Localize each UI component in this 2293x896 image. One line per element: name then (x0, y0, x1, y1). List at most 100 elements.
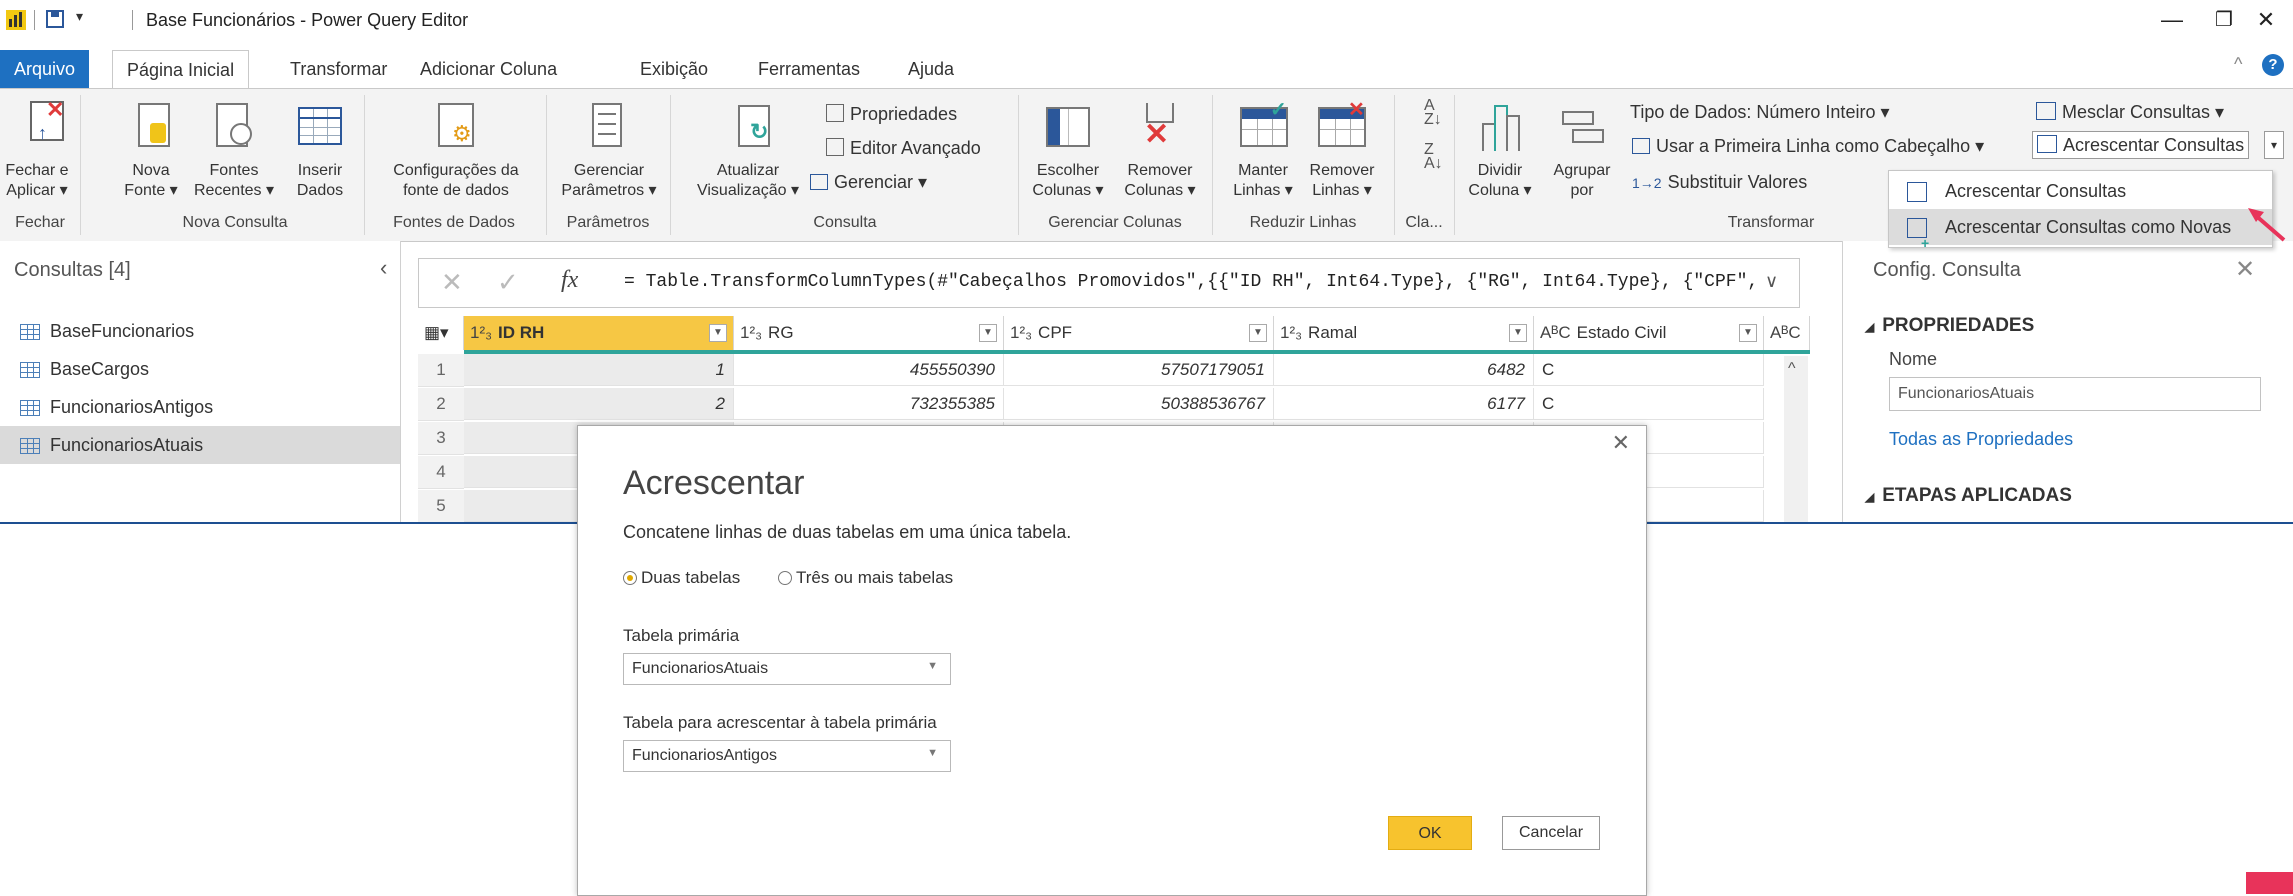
collapse-queries-icon[interactable]: ‹ (380, 255, 387, 281)
column-type-icon[interactable]: AᴮC (1770, 323, 1801, 342)
gerenciar-consulta-button[interactable]: Gerenciar ▾ (810, 169, 927, 195)
column-type-icon[interactable]: 1²₃ (1280, 323, 1302, 342)
escolher-colunas-button[interactable]: Escolher Colunas ▾ (1022, 161, 1114, 201)
fechar-aplicar-button[interactable]: Fechar e Aplicar ▾ (0, 161, 74, 201)
group-parametros: Parâmetros (566, 214, 650, 231)
scroll-up-icon[interactable]: ^ (1788, 360, 1796, 378)
column-filter-icon[interactable]: ▼ (709, 324, 727, 342)
group-gerenciar-colunas: Gerenciar Colunas (1048, 214, 1182, 231)
mesclar-consultas-button[interactable]: Mesclar Consultas ▾ (2036, 99, 2224, 125)
table-cell[interactable]: 455550390 (734, 354, 1004, 386)
column-header[interactable]: AᴮC (1764, 316, 1810, 350)
tab-ferramentas[interactable]: Ferramentas (744, 50, 874, 88)
table-cell[interactable]: 57507179051 (1004, 354, 1274, 386)
table-cell[interactable]: 2 (464, 388, 734, 420)
column-filter-icon[interactable]: ▼ (1509, 324, 1527, 342)
table-cell[interactable]: 6482 (1274, 354, 1534, 386)
quick-access-dropdown-icon[interactable]: ▾ (76, 8, 83, 25)
todas-propriedades-link[interactable]: Todas as Propriedades (1889, 429, 2073, 450)
acrescentar-dropdown-arrow[interactable]: ▾ (2264, 131, 2284, 159)
tab-adicionar-coluna[interactable]: Adicionar Coluna (406, 50, 571, 88)
close-settings-icon[interactable]: ✕ (2235, 255, 2255, 284)
ok-button[interactable]: OK (1388, 816, 1472, 850)
table-corner-icon[interactable]: ▦▾ (418, 316, 464, 350)
formula-text[interactable]: = Table.TransformColumnTypes(#"Cabeçalho… (624, 272, 1758, 292)
save-icon[interactable] (46, 10, 64, 28)
group-fechar: Fechar (15, 214, 65, 231)
primary-table-select[interactable]: FuncionariosAtuais ▼ (623, 653, 951, 685)
table-cell[interactable]: 50388536767 (1004, 388, 1274, 420)
close-button[interactable]: ✕ (2238, 4, 2293, 36)
radio-label: Três ou mais tabelas (796, 568, 954, 587)
chevron-down-icon: ▼ (927, 747, 938, 759)
column-header[interactable]: AᴮC Estado Civil ▼ (1534, 316, 1764, 350)
sort-descending-icon[interactable]: Z A↓ (1424, 142, 1443, 172)
editor-avancado-button[interactable]: Editor Avançado (826, 135, 981, 161)
tab-pagina-inicial[interactable]: Página Inicial (112, 50, 250, 89)
menu-item-acrescentar-novas[interactable]: + Acrescentar Consultas como Novas (1889, 209, 2272, 251)
tab-ajuda[interactable]: Ajuda (894, 50, 968, 88)
column-type-icon[interactable]: 1²₃ (740, 323, 762, 342)
tipo-dados-button[interactable]: Tipo de Dados: Número Inteiro ▾ (1630, 99, 1890, 125)
agrupar-por-button[interactable]: Agrupar por (1548, 161, 1616, 201)
acrescentar-consultas-button[interactable]: Acrescentar Consultas (2032, 131, 2250, 159)
nome-field[interactable]: FuncionariosAtuais (1889, 377, 2261, 411)
append-table-select[interactable]: FuncionariosAntigos ▼ (623, 740, 951, 772)
table-cell[interactable]: C (1534, 388, 1764, 420)
sort-ascending-icon[interactable]: A Z↓ (1424, 98, 1442, 128)
query-label: FuncionariosAntigos (50, 397, 214, 417)
etapas-section[interactable]: ◢ ETAPAS APLICADAS (1865, 485, 2072, 507)
column-header[interactable]: 1²₃ Ramal ▼ (1274, 316, 1534, 350)
column-filter-icon[interactable]: ▼ (1249, 324, 1267, 342)
tab-arquivo[interactable]: Arquivo (0, 50, 90, 88)
column-type-icon[interactable]: AᴮC (1540, 323, 1571, 342)
table-cell[interactable]: 732355385 (734, 388, 1004, 420)
query-item[interactable]: BaseCargos (0, 350, 400, 388)
propriedades-section[interactable]: ◢ PROPRIEDADES (1865, 315, 2034, 337)
expand-formula-icon[interactable]: ∨ (1765, 271, 1778, 292)
tab-exibicao[interactable]: Exibição (626, 50, 722, 88)
nova-fonte-button[interactable]: Nova Fonte ▾ (116, 161, 186, 201)
fontes-recentes-button[interactable]: Fontes Recentes ▾ (192, 161, 276, 201)
table-icon (20, 438, 40, 454)
query-item[interactable]: FuncionariosAntigos (0, 388, 400, 426)
cancel-button[interactable]: Cancelar (1502, 816, 1600, 850)
tab-transformar[interactable]: Transformar (276, 50, 401, 88)
help-icon[interactable]: ? (2262, 54, 2284, 76)
gerenciar-parametros-button[interactable]: Gerenciar Parâmetros ▾ (554, 161, 664, 201)
table-cell[interactable]: 1 (464, 354, 734, 386)
cancel-formula-icon[interactable]: ✕ (441, 267, 463, 298)
substituir-valores-button[interactable]: 1→2 Substituir Valores (1632, 169, 1807, 196)
column-header[interactable]: 1²₃ CPF ▼ (1004, 316, 1274, 350)
table-cell[interactable]: C (1534, 354, 1764, 386)
confirm-formula-icon[interactable]: ✓ (497, 267, 519, 298)
propriedades-button[interactable]: Propriedades (826, 101, 957, 127)
table-cell[interactable]: 6177 (1274, 388, 1534, 420)
propriedades-title: PROPRIEDADES (1882, 315, 2035, 336)
query-item[interactable]: BaseFuncionarios (0, 312, 400, 350)
usar-primeira-linha-button[interactable]: Usar a Primeira Linha como Cabeçalho ▾ (1632, 133, 1984, 159)
dividir-coluna-button[interactable]: Dividir Coluna ▾ (1464, 161, 1536, 201)
table-icon (20, 400, 40, 416)
table-row[interactable]: 1 1 455550390 57507179051 6482 C (418, 354, 1810, 387)
remover-linhas-button[interactable]: Remover Linhas ▾ (1300, 161, 1384, 201)
gerenciar-label: Gerenciar ▾ (834, 172, 928, 192)
grid-scrollbar[interactable]: ^ (1784, 356, 1808, 522)
column-type-icon[interactable]: 1²₃ (470, 323, 492, 342)
minimize-button[interactable]: — (2144, 4, 2200, 36)
column-type-icon[interactable]: 1²₃ (1010, 323, 1032, 342)
collapse-ribbon-icon[interactable]: ^ (2234, 54, 2242, 75)
column-header[interactable]: 1²₃ ID RH ▼ (464, 316, 734, 350)
atualizar-visualizacao-button[interactable]: Atualizar Visualização ▾ (688, 161, 808, 201)
manter-linhas-button[interactable]: Manter Linhas ▾ (1226, 161, 1300, 201)
query-item-selected[interactable]: FuncionariosAtuais (0, 426, 400, 464)
column-filter-icon[interactable]: ▼ (1739, 324, 1757, 342)
column-filter-icon[interactable]: ▼ (979, 324, 997, 342)
remover-colunas-button[interactable]: Remover Colunas ▾ (1118, 161, 1202, 201)
dialog-close-button[interactable]: ✕ (1612, 430, 1630, 456)
column-header[interactable]: 1²₃ RG ▼ (734, 316, 1004, 350)
configuracoes-fonte-button[interactable]: Configurações da fonte de dados (376, 161, 536, 201)
table-row[interactable]: 2 2 732355385 50388536767 6177 C (418, 388, 1810, 421)
inserir-dados-button[interactable]: Inserir Dados (286, 161, 354, 201)
menu-item-acrescentar[interactable]: Acrescentar Consultas (1889, 173, 2272, 209)
